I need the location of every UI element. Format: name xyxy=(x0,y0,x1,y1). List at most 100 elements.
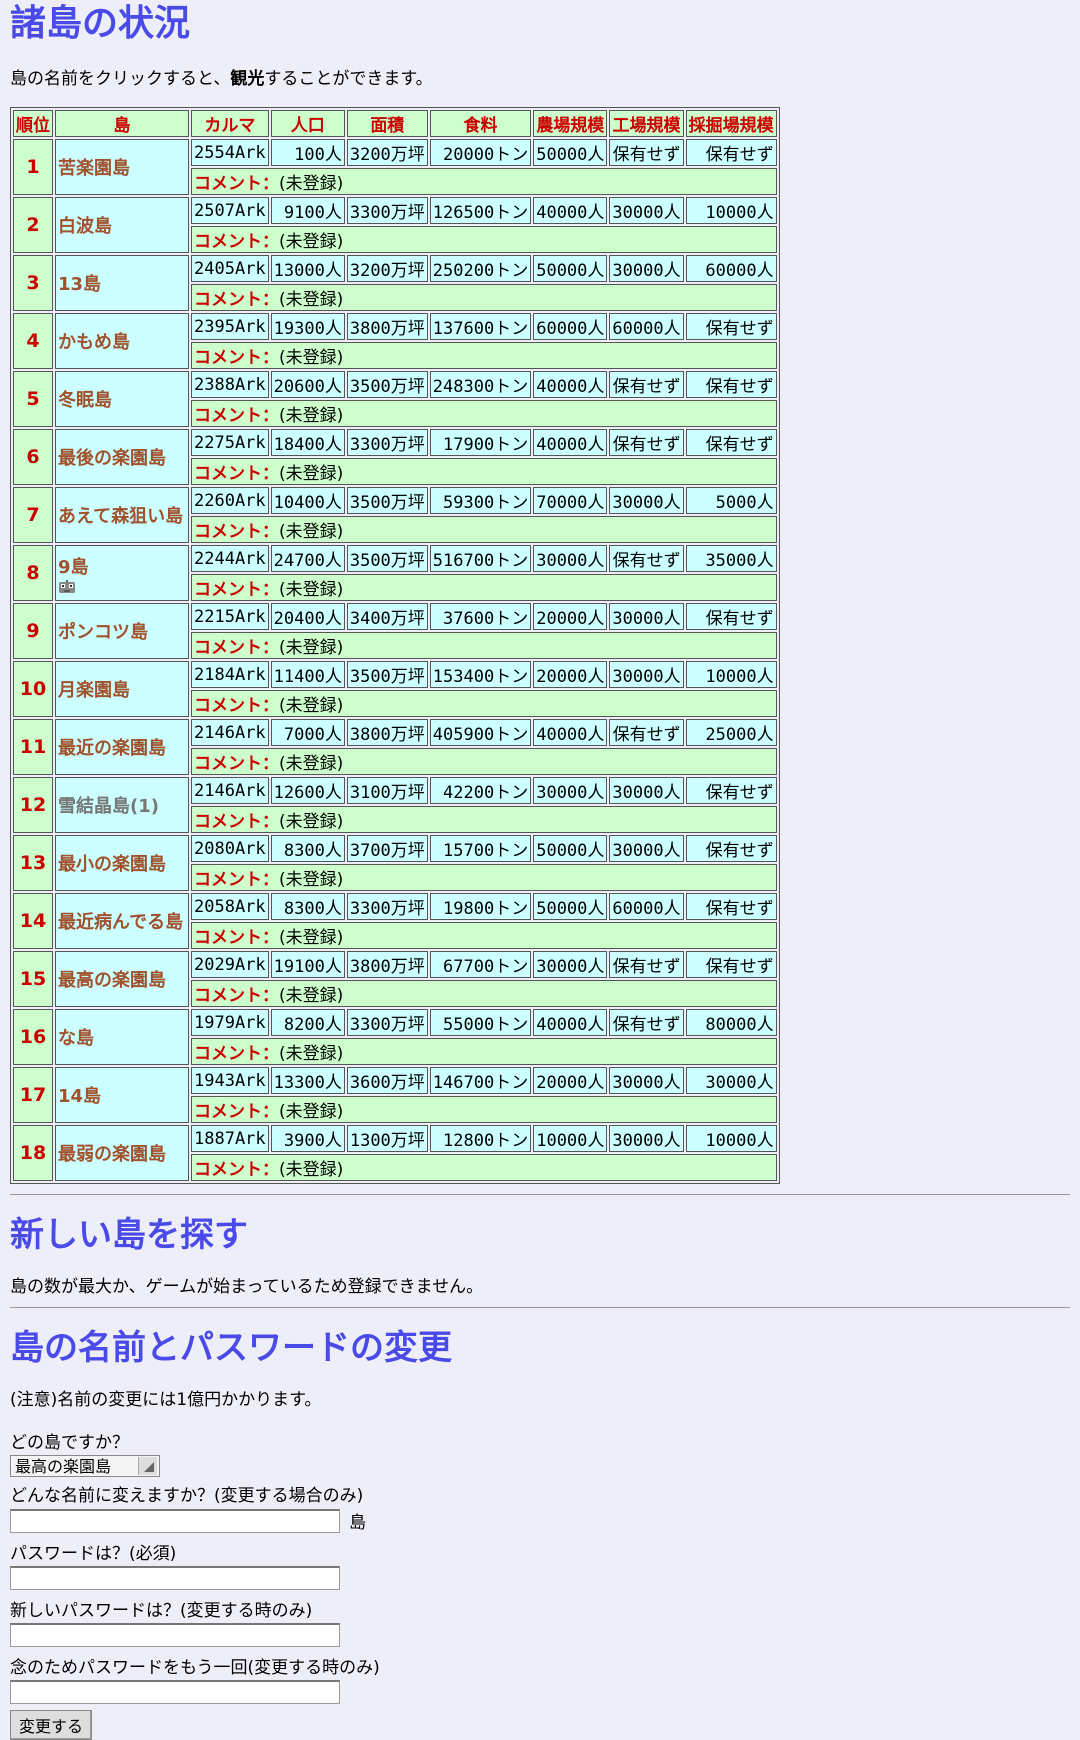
factory-cell: 60000人 xyxy=(609,313,684,340)
island-name[interactable]: 冬眠島 xyxy=(58,390,112,411)
table-row: 2 白波島 2507Ark 9100人 3300万坪 126500トン 40000人 3000… xyxy=(13,197,777,253)
food-cell: 59300トン xyxy=(429,487,532,514)
comment-cell: コメント：(未登録) xyxy=(191,284,777,311)
comment-value: (未登録) xyxy=(279,406,344,426)
island-name[interactable]: 雪結晶島(1) xyxy=(58,796,159,817)
island-name-link[interactable]: 白波島 xyxy=(55,197,189,253)
new-name-input[interactable] xyxy=(10,1508,340,1533)
population-cell: 19100人 xyxy=(270,951,345,978)
comment-value: (未登録) xyxy=(279,464,344,484)
rank-cell: 11 xyxy=(13,719,53,775)
island-name[interactable]: 9島 xyxy=(58,557,89,578)
population-cell: 7000人 xyxy=(270,719,345,746)
change-submit-button[interactable]: 変更する xyxy=(10,1710,93,1740)
factory-cell: 30000人 xyxy=(609,197,684,224)
karma-cell: 1943Ark xyxy=(191,1067,269,1094)
island-name-link[interactable]: 月楽園島 xyxy=(55,661,189,717)
comment-label: コメント： xyxy=(194,696,279,716)
comment-cell: コメント：(未登録) xyxy=(191,458,777,485)
comment-value: (未登録) xyxy=(279,870,344,890)
area-cell: 3500万坪 xyxy=(346,661,428,688)
island-name[interactable]: あえて森狙い島 xyxy=(58,506,183,527)
island-name[interactable]: 14島 xyxy=(58,1086,101,1107)
table-row: 6 最後の楽園島 2275Ark 18400人 3300万坪 17900トン 40000人保… xyxy=(13,429,777,485)
population-cell: 10400人 xyxy=(270,487,345,514)
island-name-link[interactable]: 最近の楽園島 xyxy=(55,719,189,775)
island-select[interactable]: 最高の楽園島 xyxy=(10,1455,160,1477)
comment-label: コメント： xyxy=(194,1044,279,1064)
header-population: 人口 xyxy=(270,110,345,137)
island-name-link[interactable]: 最後の楽園島 xyxy=(55,429,189,485)
island-name-link[interactable]: ポンコツ島 xyxy=(55,603,189,659)
island-name[interactable]: な島 xyxy=(58,1028,94,1049)
password-label: パスワードは？(必須) xyxy=(10,1544,177,1564)
comment-cell: コメント：(未登録) xyxy=(191,1038,777,1065)
ranking-body: 1 苦楽園島 2554Ark 100人 3200万坪 20000トン 50000人 保有せず保… xyxy=(13,139,777,1181)
rank-cell: 4 xyxy=(13,313,53,369)
karma-cell: 2405Ark xyxy=(191,255,269,282)
karma-cell: 2146Ark xyxy=(191,777,269,804)
table-row: 8 9島 2244Ark 24700人 3500万坪 516700トン 30000人 保有せず… xyxy=(13,545,777,601)
new-password-input[interactable] xyxy=(10,1623,340,1647)
island-name-link[interactable]: 9島 xyxy=(55,545,189,601)
comment-cell: コメント：(未登録) xyxy=(191,980,777,1007)
food-cell: 250200トン xyxy=(429,255,532,282)
food-cell: 146700トン xyxy=(429,1067,532,1094)
island-name[interactable]: かもめ島 xyxy=(58,332,130,353)
food-cell: 12800トン xyxy=(429,1125,532,1152)
island-name-link[interactable]: 冬眠島 xyxy=(55,371,189,427)
rank-cell: 7 xyxy=(13,487,53,543)
factory-cell: 保有せず xyxy=(609,371,684,398)
header-area: 面積 xyxy=(346,110,428,137)
island-name-link[interactable]: かもめ島 xyxy=(55,313,189,369)
island-name[interactable]: 最近の楽園島 xyxy=(58,738,166,759)
island-name-link[interactable]: 雪結晶島(1) xyxy=(55,777,189,833)
island-name-link[interactable]: な島 xyxy=(55,1009,189,1065)
intro-note: 島の名前をクリックすると、観光することができます。 xyxy=(10,64,1070,89)
comment-cell: コメント：(未登録) xyxy=(191,922,777,949)
island-name-link[interactable]: あえて森狙い島 xyxy=(55,487,189,543)
island-name-link[interactable]: 最弱の楽園島 xyxy=(55,1125,189,1181)
island-name[interactable]: 白波島 xyxy=(58,216,112,237)
island-name[interactable]: 苦楽園島 xyxy=(58,158,130,179)
population-cell: 3900人 xyxy=(270,1125,345,1152)
table-row: 11 最近の楽園島 2146Ark 7000人 3800万坪 405900トン 40000人… xyxy=(13,719,777,775)
password-input[interactable] xyxy=(10,1566,340,1590)
mine-cell: 80000人 xyxy=(685,1009,777,1036)
farm-cell: 40000人 xyxy=(533,197,608,224)
island-name-link[interactable]: 最小の楽園島 xyxy=(55,835,189,891)
island-name[interactable]: 最弱の楽園島 xyxy=(58,1144,166,1165)
island-name[interactable]: 月楽園島 xyxy=(58,680,130,701)
farm-cell: 30000人 xyxy=(533,951,608,978)
island-name[interactable]: ポンコツ島 xyxy=(58,622,148,643)
confirm-password-input[interactable] xyxy=(10,1680,340,1704)
mine-cell: 10000人 xyxy=(685,661,777,688)
mine-cell: 10000人 xyxy=(685,1125,777,1152)
farm-cell: 70000人 xyxy=(533,487,608,514)
mine-cell: 保有せず xyxy=(685,835,777,862)
intro-suffix: することができます。 xyxy=(264,69,433,89)
food-cell: 153400トン xyxy=(429,661,532,688)
karma-cell: 2554Ark xyxy=(191,139,269,166)
factory-cell: 60000人 xyxy=(609,893,684,920)
comment-value: (未登録) xyxy=(279,1160,344,1180)
mine-cell: 35000人 xyxy=(685,545,777,572)
island-name-link[interactable]: 最近病んでる島 xyxy=(55,893,189,949)
factory-cell: 保有せず xyxy=(609,951,684,978)
area-cell: 3200万坪 xyxy=(346,255,428,282)
island-name[interactable]: 13島 xyxy=(58,274,101,295)
island-name[interactable]: 最近病んでる島 xyxy=(58,912,183,933)
island-name-link[interactable]: 最高の楽園島 xyxy=(55,951,189,1007)
table-row: 3 13島 2405Ark 13000人 3200万坪 250200トン 50000人 300… xyxy=(13,255,777,311)
mine-cell: 保有せず xyxy=(685,313,777,340)
island-name[interactable]: 最後の楽園島 xyxy=(58,448,166,469)
island-name[interactable]: 最小の楽園島 xyxy=(58,854,166,875)
rank-cell: 6 xyxy=(13,429,53,485)
island-name-link[interactable]: 13島 xyxy=(55,255,189,311)
island-name-link[interactable]: 14島 xyxy=(55,1067,189,1123)
island-name[interactable]: 最高の楽園島 xyxy=(58,970,166,991)
comment-label: コメント： xyxy=(194,986,279,1006)
food-cell: 137600トン xyxy=(429,313,532,340)
island-name-link[interactable]: 苦楽園島 xyxy=(55,139,189,195)
mine-cell: 保有せず xyxy=(685,951,777,978)
